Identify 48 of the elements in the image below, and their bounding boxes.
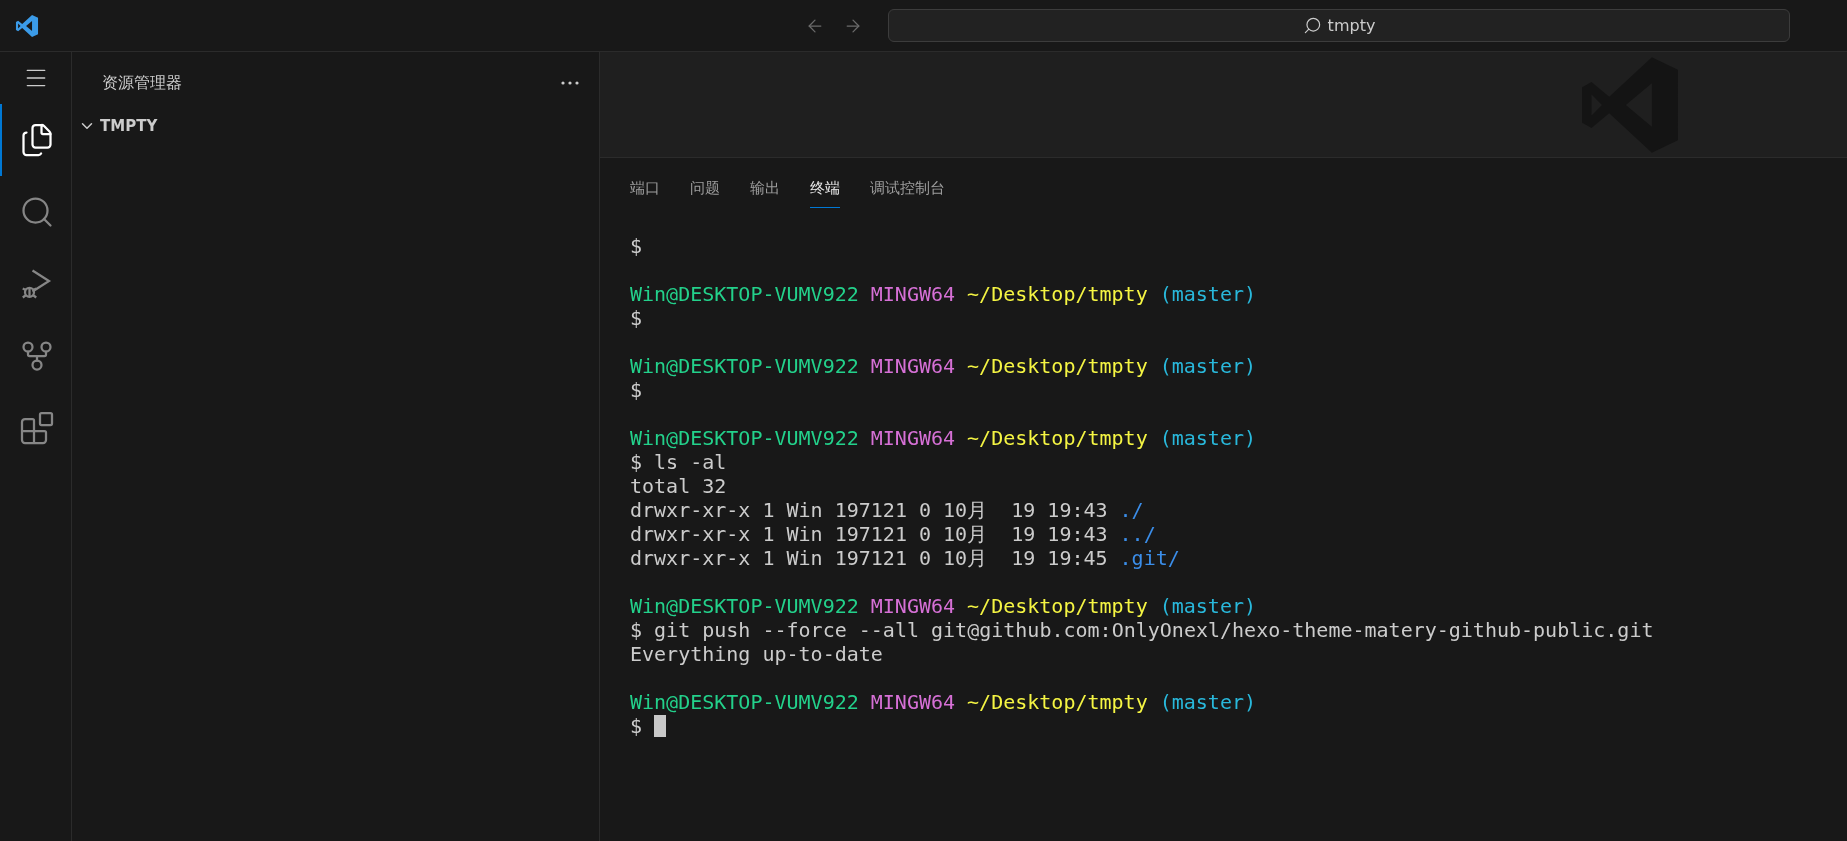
prompt-user: Win@DESKTOP-VUMV922 [630,426,859,450]
directory-name: .git/ [1119,546,1180,570]
directory-name: ../ [1119,522,1156,546]
prompt-path: ~/Desktop/tmpty [967,594,1148,618]
prompt-user: Win@DESKTOP-VUMV922 [630,594,859,618]
panel-tab[interactable]: 调试控制台 [870,176,945,208]
prompt-system: MINGW64 [870,426,956,450]
prompt-user: Win@DESKTOP-VUMV922 [630,282,859,306]
search-field[interactable]: tmpty [888,9,1790,42]
sidebar-title: 资源管理器 [102,72,182,94]
terminal-text: total 32 [630,474,727,498]
terminal-text: $ [630,378,643,402]
terminal-text: drwxr-xr-x 1 Win 197121 0 10月 19 19:43 [630,522,1108,546]
prompt-branch: (master) [1159,426,1257,450]
prompt-system: MINGW64 [870,594,956,618]
prompt-path: ~/Desktop/tmpty [967,690,1148,714]
prompt-user: Win@DESKTOP-VUMV922 [630,690,859,714]
folder-tree-item[interactable]: TMPTY [72,110,599,142]
search-icon [1302,16,1322,35]
prompt-system: MINGW64 [870,354,956,378]
prompt-path: ~/Desktop/tmpty [967,282,1148,306]
terminal-text: $ git push --force --all git@github.com:OnlyOnexl/hexo-theme-matery-github-public.git [630,618,1654,642]
prompt-path: ~/Desktop/tmpty [967,354,1148,378]
directory-name: ./ [1119,498,1144,522]
extensions-icon [18,410,55,446]
panel-tab[interactable]: 终端 [810,176,840,208]
prompt-system: MINGW64 [870,282,956,306]
terminal-text: drwxr-xr-x 1 Win 197121 0 10月 19 19:43 [630,498,1108,522]
more-actions-button[interactable] [561,81,579,85]
terminal-text: $ [630,714,643,738]
panel-tab[interactable]: 输出 [750,176,780,208]
prompt-user: Win@DESKTOP-VUMV922 [630,354,859,378]
terminal-text: $ [630,306,643,330]
prompt-system: MINGW64 [870,690,956,714]
prompt-path: ~/Desktop/tmpty [967,426,1148,450]
ellipsis-icon [561,81,579,85]
app-logo-icon [15,13,39,38]
terminal-text: $ [630,234,643,258]
prompt-branch: (master) [1159,282,1257,306]
terminal-text: $ ls -al [630,450,727,474]
search-value: tmpty [1327,14,1376,37]
prompt-branch: (master) [1159,354,1257,378]
terminal-text: Everything up-to-date [630,642,883,666]
panel-tab[interactable]: 问题 [690,176,720,208]
prompt-branch: (master) [1159,594,1257,618]
panel-tab[interactable]: 端口 [630,176,660,208]
terminal-text: drwxr-xr-x 1 Win 197121 0 10月 19 19:45 [630,546,1108,570]
prompt-branch: (master) [1159,690,1257,714]
